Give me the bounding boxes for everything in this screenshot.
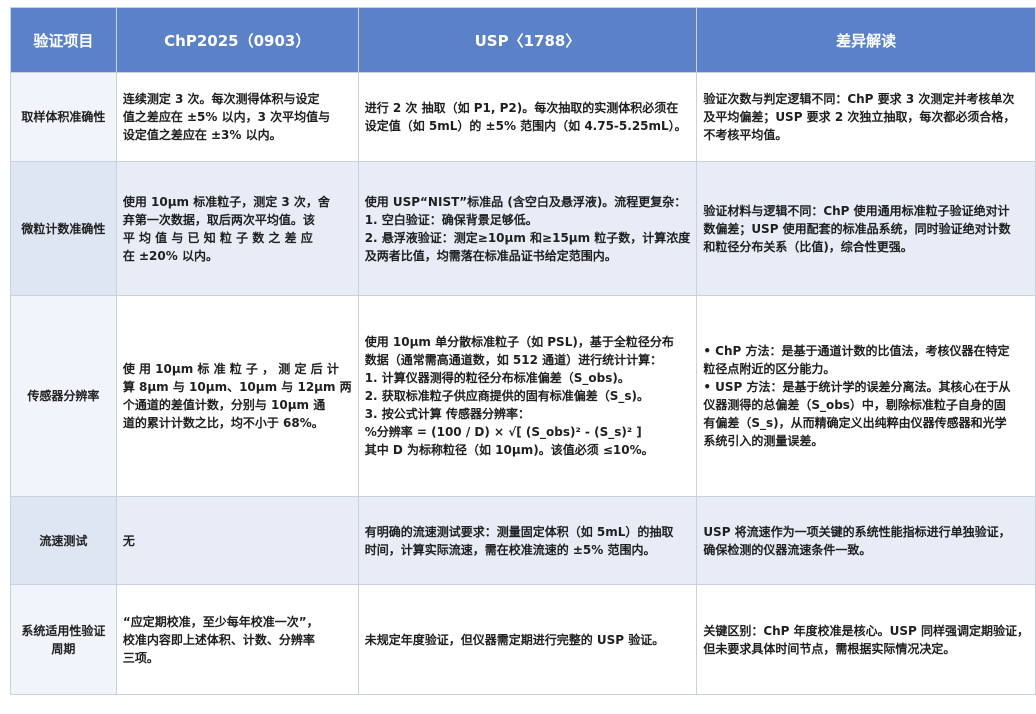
table-row: 流速测试 无 有明确的流速测试要求：测量固定体积（如 5mL）的抽取 时间，计算… — [10, 496, 1036, 585]
cell-line: 有明确的流速测试要求：测量固定体积（如 5mL）的抽取 — [364, 524, 674, 539]
cell-line: 有偏差（S_s)，从而精确定义出纯粹由仪器传感器和光学 — [703, 416, 1007, 430]
cell-line: 值之差应在 ±5% 以内，3 次平均值与 — [122, 110, 331, 124]
row-item-label: 取样体积准确性 — [10, 72, 117, 162]
row-diff-cell: 验证次数与判定逻辑不同：ChP 要求 3 次测定并考核单次 及平均偏差；USP … — [696, 72, 1036, 162]
cell-line: 及平均偏差；USP 要求 2 次独立抽取，每次都必须合格， — [703, 110, 1016, 124]
comparison-table: 验证项目 ChP2025（0903） USP〈1788〉 差异解读 取样体积准确… — [10, 7, 1036, 695]
cell-line: 弃第一次数据，取后两次平均值。该 — [122, 212, 315, 227]
cell-line: 关键区别：ChP 年度校准是核心。USP 同样强调定期验证， — [703, 623, 1029, 638]
row-diff-cell: • ChP 方法：是基于通道计数的比值法，考核仪器在特定 粒径点附近的区分能力。… — [696, 295, 1036, 497]
cell-line: 无 — [122, 533, 135, 548]
header-diff: 差异解读 — [696, 7, 1036, 73]
cell-line: 但未要求具体时间节点，需根据实际情况决定。 — [703, 641, 956, 656]
row-usp-cell: 使用 10μm 单分散标准粒子（如 PSL)，基于全粒径分布 数据（通常需高通道… — [357, 295, 698, 497]
cell-line: 平 均 值 与 已 知 粒 子 数 之 差 应 — [122, 230, 313, 245]
row-item-label: 传感器分辨率 — [10, 295, 117, 497]
cell-line: 验证次数与判定逻辑不同：ChP 要求 3 次测定并考核单次 — [703, 92, 1015, 106]
cell-line: 验证材料与逻辑不同：ChP 使用通用标准粒子验证绝对计 — [703, 203, 1010, 218]
row-item-label: 流速测试 — [10, 496, 117, 585]
row-diff-cell: 关键区别：ChP 年度校准是核心。USP 同样强调定期验证， 但未要求具体时间节… — [696, 584, 1036, 695]
cell-line: 设定值（如 5mL）的 ±5% 范围内（如 4.75-5.25mL）。 — [364, 119, 687, 133]
table-row: 系统适用性验证周期 “应定期校准，至少每年校准一次”， 校准内容即上述体积、计数… — [10, 584, 1036, 695]
cell-line: 1. 空白验证：确保背景足够低。 — [364, 212, 538, 227]
cell-line: 系统引入的测量误差。 — [703, 434, 824, 448]
row-chp-cell: 无 — [115, 496, 359, 585]
cell-line: 不考核平均值。 — [703, 128, 788, 142]
row-diff-cell: 验证材料与逻辑不同：ChP 使用通用标准粒子验证绝对计 数偏差；USP 使用配套… — [696, 161, 1036, 296]
cell-line: 仪器测得的总偏差（S_obs）中，剔除标准粒子自身的固 — [703, 398, 1006, 412]
header-item: 验证项目 — [10, 7, 117, 73]
header-chp: ChP2025（0903） — [115, 7, 359, 73]
cell-line: “应定期校准，至少每年校准一次”， — [122, 614, 319, 629]
cell-line: 个通道的差值计数，分别与 10μm 通 — [122, 398, 326, 412]
row-chp-cell: 使 用 10μm 标 准 粒 子 ， 测 定 后 计 算 8μm 与 10μm、… — [115, 295, 359, 497]
cell-line: 及两者比值，均需落在标准品证书给定范围内。 — [364, 248, 617, 263]
cell-line: 2. 悬浮液验证：测定≥10μm 和≥15μm 粒子数，计算浓度 — [364, 230, 691, 245]
cell-line: 设定值之差应在 ±3% 以内。 — [122, 128, 282, 142]
row-item-label: 系统适用性验证周期 — [10, 584, 117, 695]
row-chp-cell: 连续测定 3 次。每次测得体积与设定 值之差应在 ±5% 以内，3 次平均值与 … — [115, 72, 359, 162]
row-usp-cell: 有明确的流速测试要求：测量固定体积（如 5mL）的抽取 时间，计算实际流速，需在… — [357, 496, 698, 585]
cell-line: 2. 获取标准粒子供应商提供的固有标准偏差（S_s)。 — [364, 389, 650, 403]
row-chp-cell: 使用 10μm 标准粒子，测定 3 次，舍 弃第一次数据，取后两次平均值。该 平… — [115, 161, 359, 296]
header-row: 验证项目 ChP2025（0903） USP〈1788〉 差异解读 — [10, 7, 1036, 73]
cell-line: 粒径点附近的区分能力。 — [703, 362, 836, 376]
cell-line: 使用 10μm 标准粒子，测定 3 次，舍 — [122, 194, 330, 209]
table-row: 微粒计数准确性 使用 10μm 标准粒子，测定 3 次，舍 弃第一次数据，取后两… — [10, 161, 1036, 296]
cell-line: • USP 方法：是基于统计学的误差分离法。其核心在于从 — [703, 380, 1011, 394]
cell-line: 时间，计算实际流速，需在校准流速的 ±5% 范围内。 — [364, 542, 656, 557]
row-usp-cell: 使用 USP“NIST”标准品 (含空白及悬浮液)。流程更复杂： 1. 空白验证… — [357, 161, 698, 296]
cell-line: 算 8μm 与 10μm、10μm 与 12μm 两 — [122, 380, 352, 394]
row-diff-cell: USP 将流速作为一项关键的系统性能指标进行单独验证， 确保检测的仪器流速条件一… — [696, 496, 1036, 585]
cell-line: 数据（通常需高通道数，如 512 通道）进行统计计算： — [364, 353, 663, 367]
cell-line: USP 将流速作为一项关键的系统性能指标进行单独验证， — [703, 524, 1011, 539]
cell-line: 使用 USP“NIST”标准品 (含空白及悬浮液)。流程更复杂： — [364, 194, 687, 209]
row-usp-cell: 进行 2 次 抽取（如 P1, P2)。每次抽取的实测体积必须在 设定值（如 5… — [357, 72, 698, 162]
cell-line: 未规定年度验证，但仪器需定期进行完整的 USP 验证。 — [364, 632, 665, 647]
cell-line: 其中 D 为标称粒径（如 10μm)。该值必须 ≤10%。 — [364, 443, 654, 457]
cell-line: 在 ±20% 以内。 — [122, 248, 218, 263]
cell-line: 3. 按公式计算 传感器分辨率： — [364, 407, 530, 421]
cell-line: 连续测定 3 次。每次测得体积与设定 — [122, 92, 320, 106]
cell-line: • ChP 方法：是基于通道计数的比值法，考核仪器在特定 — [703, 344, 1010, 358]
row-item-label: 微粒计数准确性 — [10, 161, 117, 296]
resolution-formula: %分辨率 = (100 / D) × √[ (S_obs)² - (S_s)² … — [364, 425, 642, 439]
cell-line: 和粒径分布关系（比值)，综合性更强。 — [703, 239, 913, 254]
row-usp-cell: 未规定年度验证，但仪器需定期进行完整的 USP 验证。 — [357, 584, 698, 695]
cell-line: 校准内容即上述体积、计数、分辨率 — [122, 632, 315, 647]
cell-line: 使 用 10μm 标 准 粒 子 ， 测 定 后 计 — [122, 362, 339, 376]
cell-line: 道的累计计数之比，均不小于 68%。 — [122, 416, 324, 430]
cell-line: 1. 计算仪器测得的粒径分布标准偏差（S_obs)。 — [364, 371, 630, 385]
header-usp: USP〈1788〉 — [357, 7, 698, 73]
cell-line: 进行 2 次 抽取（如 P1, P2)。每次抽取的实测体积必须在 — [364, 101, 679, 115]
cell-line: 数偏差；USP 使用配套的标准品系统，同时验证绝对计数 — [703, 221, 1011, 236]
cell-line: 三项。 — [122, 650, 159, 665]
comparison-table-container: 验证项目 ChP2025（0903） USP〈1788〉 差异解读 取样体积准确… — [10, 7, 1036, 695]
cell-line: 确保检测的仪器流速条件一致。 — [703, 542, 872, 557]
row-chp-cell: “应定期校准，至少每年校准一次”， 校准内容即上述体积、计数、分辨率 三项。 — [115, 584, 359, 695]
table-row: 取样体积准确性 连续测定 3 次。每次测得体积与设定 值之差应在 ±5% 以内，… — [10, 72, 1036, 162]
cell-line: 使用 10μm 单分散标准粒子（如 PSL)，基于全粒径分布 — [364, 335, 674, 349]
table-row: 传感器分辨率 使 用 10μm 标 准 粒 子 ， 测 定 后 计 算 8μm … — [10, 295, 1036, 497]
